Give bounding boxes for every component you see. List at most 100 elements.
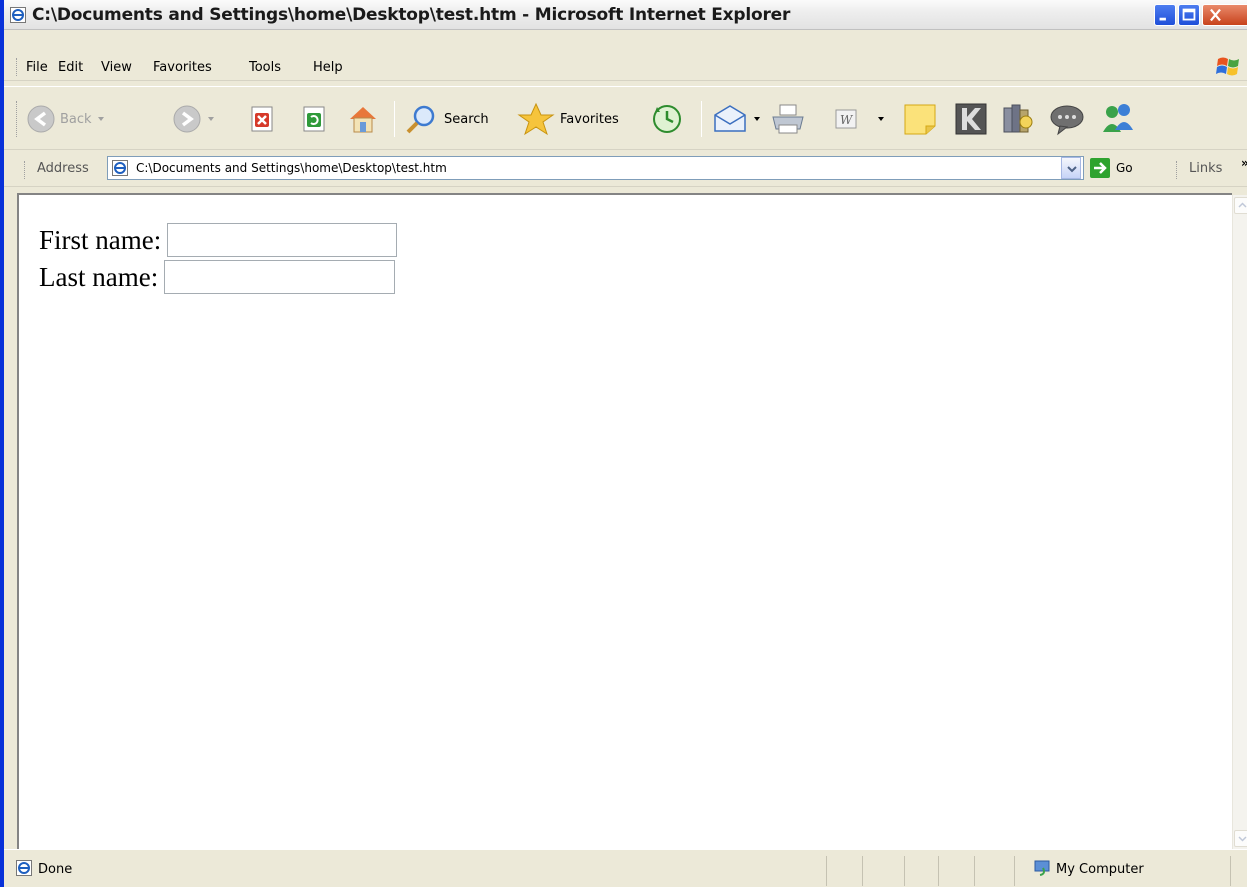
status-panel <box>1014 856 1015 886</box>
status-panel <box>862 856 863 886</box>
print-button[interactable] <box>770 101 806 137</box>
search-button[interactable]: Search <box>404 101 489 137</box>
menu-grip[interactable] <box>16 58 18 76</box>
books-icon <box>1003 104 1033 133</box>
toolbar-separator <box>701 101 702 137</box>
k-button[interactable] <box>954 101 988 137</box>
mail-icon <box>714 105 746 132</box>
status-panel <box>1230 856 1231 886</box>
chevron-up-icon <box>1238 202 1247 208</box>
status-bar: Done My Computer <box>4 849 1247 887</box>
menu-file[interactable]: File <box>26 60 48 75</box>
menu-tools[interactable]: Tools <box>249 60 281 75</box>
first-name-row: First name: <box>39 223 398 257</box>
status-text: Done <box>38 862 73 877</box>
scroll-down-button[interactable] <box>1234 830 1247 847</box>
sticky-note-icon <box>904 104 936 135</box>
word-icon: W <box>835 109 857 129</box>
messenger-button[interactable] <box>1100 101 1136 137</box>
menu-view[interactable]: View <box>101 60 132 75</box>
links-label[interactable]: Links <box>1189 161 1222 176</box>
back-arrow-icon <box>27 105 55 133</box>
menu-bar: File Edit View Favorites Tools Help <box>4 52 1247 81</box>
stop-button[interactable] <box>250 101 276 137</box>
forward-button[interactable] <box>172 101 214 137</box>
maximize-icon <box>1182 8 1196 21</box>
page-done-icon <box>16 860 32 876</box>
search-label: Search <box>444 111 489 127</box>
svg-text:W: W <box>840 113 854 127</box>
k-logo-icon <box>955 103 987 135</box>
window-title: C:\Documents and Settings\home\Desktop\t… <box>32 5 791 25</box>
note-button[interactable] <box>902 101 938 137</box>
windows-logo-icon <box>1216 57 1239 76</box>
last-name-input[interactable] <box>164 260 396 294</box>
stop-icon <box>251 106 273 132</box>
printer-icon <box>772 104 804 134</box>
refresh-icon <box>303 106 325 132</box>
minimize-button[interactable] <box>1154 4 1176 26</box>
close-button[interactable] <box>1202 4 1247 26</box>
refresh-button[interactable] <box>302 101 328 137</box>
mail-button[interactable] <box>712 101 760 137</box>
minimize-icon <box>1159 17 1166 21</box>
search-icon <box>406 105 435 134</box>
messenger-people-icon <box>1103 104 1133 132</box>
research-button[interactable] <box>1000 101 1036 137</box>
address-url: C:\Documents and Settings\home\Desktop\t… <box>136 161 447 175</box>
page-content: First name: Last name: <box>17 193 1232 849</box>
menu-favorites[interactable]: Favorites <box>153 60 212 75</box>
go-arrow-icon <box>1090 158 1110 178</box>
status-panel <box>938 856 939 886</box>
last-name-label: Last name: <box>39 261 159 292</box>
go-label: Go <box>1116 161 1133 175</box>
back-label: Back <box>60 111 92 127</box>
back-button[interactable]: Back <box>26 101 104 137</box>
go-button[interactable]: Go <box>1090 157 1133 179</box>
mail-dropdown-icon[interactable] <box>754 117 760 121</box>
favorites-label: Favorites <box>560 111 619 127</box>
menu-edit[interactable]: Edit <box>58 60 83 75</box>
address-dropdown-button[interactable] <box>1061 157 1081 179</box>
edit-word-button[interactable]: W <box>834 101 884 137</box>
status-panel <box>974 856 975 886</box>
favorites-star-icon <box>517 102 555 136</box>
forward-arrow-icon <box>173 105 201 133</box>
chevron-down-icon <box>1238 836 1247 842</box>
status-panel <box>904 856 905 886</box>
page-icon <box>112 160 128 176</box>
first-name-input[interactable] <box>167 223 398 257</box>
home-button[interactable] <box>346 101 380 137</box>
favorites-button[interactable]: Favorites <box>516 101 619 137</box>
home-icon <box>350 107 376 133</box>
title-bar[interactable]: C:\Documents and Settings\home\Desktop\t… <box>4 0 1247 30</box>
history-icon <box>653 105 681 133</box>
back-dropdown-icon[interactable] <box>97 117 104 121</box>
menu-help[interactable]: Help <box>313 60 343 75</box>
close-icon <box>1210 8 1221 22</box>
last-name-row: Last name: <box>39 260 396 294</box>
ie-icon <box>10 7 26 23</box>
maximize-button[interactable] <box>1178 4 1200 26</box>
status-panel <box>826 856 827 886</box>
address-grip[interactable] <box>24 161 26 179</box>
chat-bubble-icon <box>1050 105 1084 136</box>
edit-dropdown-icon[interactable] <box>878 117 884 121</box>
first-name-label: First name: <box>39 224 162 255</box>
scroll-up-button[interactable] <box>1234 197 1247 214</box>
address-input[interactable]: C:\Documents and Settings\home\Desktop\t… <box>107 156 1084 180</box>
forward-dropdown-icon[interactable] <box>208 117 214 121</box>
history-button[interactable] <box>650 101 684 137</box>
computer-zone-icon <box>1034 860 1050 876</box>
address-label: Address <box>37 161 89 176</box>
toolbar-grip[interactable] <box>16 101 18 137</box>
links-chevron-icon[interactable]: » <box>1241 156 1247 170</box>
links-grip[interactable] <box>1176 161 1178 179</box>
toolbar-separator <box>394 101 395 137</box>
standard-toolbar: Back Search Favorites W <box>4 86 1247 150</box>
address-bar: Address C:\Documents and Settings\home\D… <box>4 151 1247 187</box>
browser-window: C:\Documents and Settings\home\Desktop\t… <box>0 0 1247 887</box>
chevron-down-icon <box>1067 166 1077 173</box>
vertical-scrollbar[interactable] <box>1232 195 1247 849</box>
messenger-chat-button[interactable] <box>1048 101 1086 137</box>
